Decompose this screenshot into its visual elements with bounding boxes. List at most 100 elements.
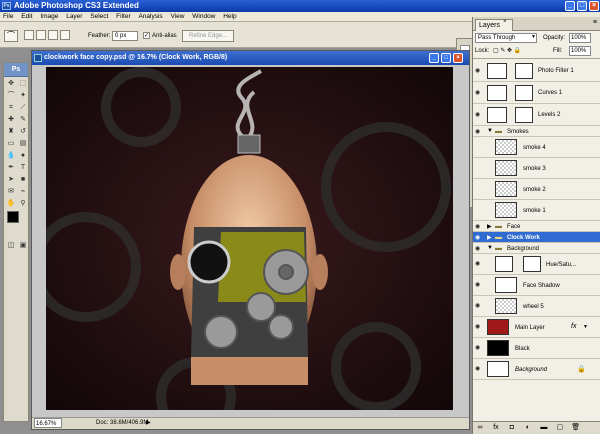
eraser-tool-icon[interactable]: ▭ (6, 139, 16, 149)
move-tool-icon[interactable]: ✥ (6, 79, 16, 89)
zoom-level-field[interactable]: 16.67% (34, 418, 62, 428)
eye-icon[interactable]: ◉ (475, 129, 483, 135)
menu-analysis[interactable]: Analysis (135, 12, 165, 22)
menu-select[interactable]: Select (87, 12, 111, 22)
close-button[interactable]: × (589, 1, 599, 11)
menu-layer[interactable]: Layer (63, 12, 85, 22)
pen-tool-icon[interactable]: ✒ (6, 163, 16, 173)
layer-row[interactable]: ◉ Curves 1 (473, 82, 600, 104)
eye-icon[interactable]: ◉ (475, 324, 483, 330)
expand-arrow-icon[interactable]: ▼ (487, 245, 493, 251)
blend-dropdown-icon[interactable]: ▼ (531, 34, 536, 40)
collapse-arrow-icon[interactable]: ▶ (487, 234, 492, 241)
blur-tool-icon[interactable]: 💧 (6, 151, 16, 161)
eye-icon[interactable]: ◉ (475, 282, 483, 288)
adjustment-layer-icon[interactable]: ◐ (521, 422, 535, 434)
maximize-button[interactable]: □ (577, 1, 587, 11)
layer-style-icon[interactable]: fx (489, 422, 503, 434)
menu-edit[interactable]: Edit (18, 12, 35, 22)
antialias-checkbox[interactable]: ✓ (143, 32, 150, 39)
menu-image[interactable]: Image (37, 12, 61, 22)
eye-icon[interactable]: ◉ (475, 345, 483, 351)
link-layers-icon[interactable]: ∞ (473, 422, 487, 434)
lasso-tool-preset-icon[interactable]: ⌒ (4, 30, 18, 42)
eye-icon[interactable]: ◉ (475, 366, 483, 372)
lock-icons[interactable]: ▢ ✎ ✥ 🔒 (493, 47, 529, 55)
slice-tool-icon[interactable]: ⟋ (18, 103, 28, 113)
fill-input[interactable]: 100% (569, 46, 591, 56)
healing-tool-icon[interactable]: ✚ (6, 115, 16, 125)
layer-group-row[interactable]: ◉ ▼ ▬ Smokes (473, 126, 600, 137)
zoom-tool-icon[interactable]: ⚲ (18, 199, 28, 209)
add-selection-icon[interactable] (36, 30, 46, 40)
eye-icon[interactable]: ◉ (475, 235, 483, 241)
layer-group-row[interactable]: ◉ ▶ ▬ Face (473, 221, 600, 232)
layer-row[interactable]: smoke 2 (473, 179, 600, 200)
quick-mask-icon[interactable]: ◫ (6, 241, 16, 251)
layers-tab[interactable]: Layers (475, 19, 513, 31)
status-menu-arrow-icon[interactable]: ▶ (146, 418, 151, 429)
lasso-tool-icon[interactable]: ⌒ (6, 91, 16, 101)
intersect-selection-icon[interactable] (60, 30, 70, 40)
eye-icon[interactable]: ◉ (475, 303, 483, 309)
eye-icon[interactable]: ◉ (475, 224, 483, 230)
collapse-arrow-icon[interactable]: ▶ (487, 223, 492, 230)
refine-edge-button[interactable]: Refine Edge... (182, 30, 234, 42)
add-mask-icon[interactable]: ◘ (505, 422, 519, 434)
history-brush-icon[interactable]: ↺ (18, 127, 28, 137)
eye-icon[interactable]: ◉ (475, 261, 483, 267)
gradient-tool-icon[interactable]: ▤ (18, 139, 28, 149)
foreground-color-swatch[interactable] (7, 211, 19, 223)
feather-input[interactable]: 0 px (112, 31, 138, 41)
delete-layer-icon[interactable]: 🗑 (569, 422, 583, 434)
doc-close-button[interactable]: × (453, 53, 463, 63)
type-tool-icon[interactable]: T (18, 163, 28, 173)
layer-row[interactable]: ◉ Background 🔒 (473, 359, 600, 380)
layer-row[interactable]: ◉ Black (473, 338, 600, 359)
fx-icon[interactable]: fx (571, 323, 576, 330)
eye-icon[interactable]: ◉ (475, 246, 483, 252)
menu-help[interactable]: Help (220, 12, 239, 22)
shape-tool-icon[interactable]: ■ (18, 175, 28, 185)
crop-tool-icon[interactable]: ⌗ (6, 103, 16, 113)
tab-close-icon[interactable]: × (503, 19, 507, 25)
blend-mode-select[interactable]: Pass Through (475, 33, 537, 43)
menu-file[interactable]: File (0, 12, 16, 22)
layer-group-row[interactable]: ◉ ▼ ▬ Background (473, 243, 600, 254)
layer-row[interactable]: ◉ Levels 2 (473, 104, 600, 126)
effects-arrow-icon[interactable]: ▼ (583, 324, 588, 330)
doc-maximize-button[interactable]: □ (441, 53, 451, 63)
layer-row[interactable]: ◉ wheel 5 (473, 296, 600, 317)
hand-tool-icon[interactable]: ✋ (6, 199, 16, 209)
new-selection-icon[interactable] (24, 30, 34, 40)
minimize-button[interactable]: _ (565, 1, 575, 11)
layer-row[interactable]: ◉ Main Layer fx ▼ (473, 317, 600, 338)
layer-row[interactable]: smoke 4 (473, 137, 600, 158)
menu-window[interactable]: Window (189, 12, 218, 22)
brush-tool-icon[interactable]: ✎ (18, 115, 28, 125)
eyedropper-tool-icon[interactable]: ⌁ (18, 187, 28, 197)
subtract-selection-icon[interactable] (48, 30, 58, 40)
screen-mode-icon[interactable]: ▣ (18, 241, 28, 251)
layer-row[interactable]: ◉ Face Shadow (473, 275, 600, 296)
new-layer-icon[interactable]: ▢ (553, 422, 567, 434)
panel-menu-icon[interactable]: ≡ (593, 19, 597, 26)
path-select-icon[interactable]: ➤ (6, 175, 16, 185)
magic-wand-tool-icon[interactable]: ✦ (18, 91, 28, 101)
stamp-tool-icon[interactable]: ♜ (6, 127, 16, 137)
layer-row[interactable]: smoke 1 (473, 200, 600, 221)
expand-arrow-icon[interactable]: ▼ (487, 128, 493, 134)
layer-row[interactable]: ◉ Photo Filter 1 (473, 60, 600, 82)
menu-view[interactable]: View (167, 12, 187, 22)
notes-tool-icon[interactable]: ✉ (6, 187, 16, 197)
opacity-input[interactable]: 100% (569, 33, 591, 43)
layer-row[interactable]: ◉ Hue/Satu... (473, 254, 600, 275)
new-group-icon[interactable]: ▬ (537, 422, 551, 434)
layer-group-row-selected[interactable]: ◉ ▶ ▬ Clock Work (473, 232, 600, 243)
doc-minimize-button[interactable]: _ (429, 53, 439, 63)
dodge-tool-icon[interactable]: ● (18, 151, 28, 161)
eye-icon[interactable]: ◉ (475, 68, 483, 74)
eye-icon[interactable]: ◉ (475, 112, 483, 118)
marquee-tool-icon[interactable]: ⬚ (18, 79, 28, 89)
canvas[interactable] (46, 67, 453, 410)
